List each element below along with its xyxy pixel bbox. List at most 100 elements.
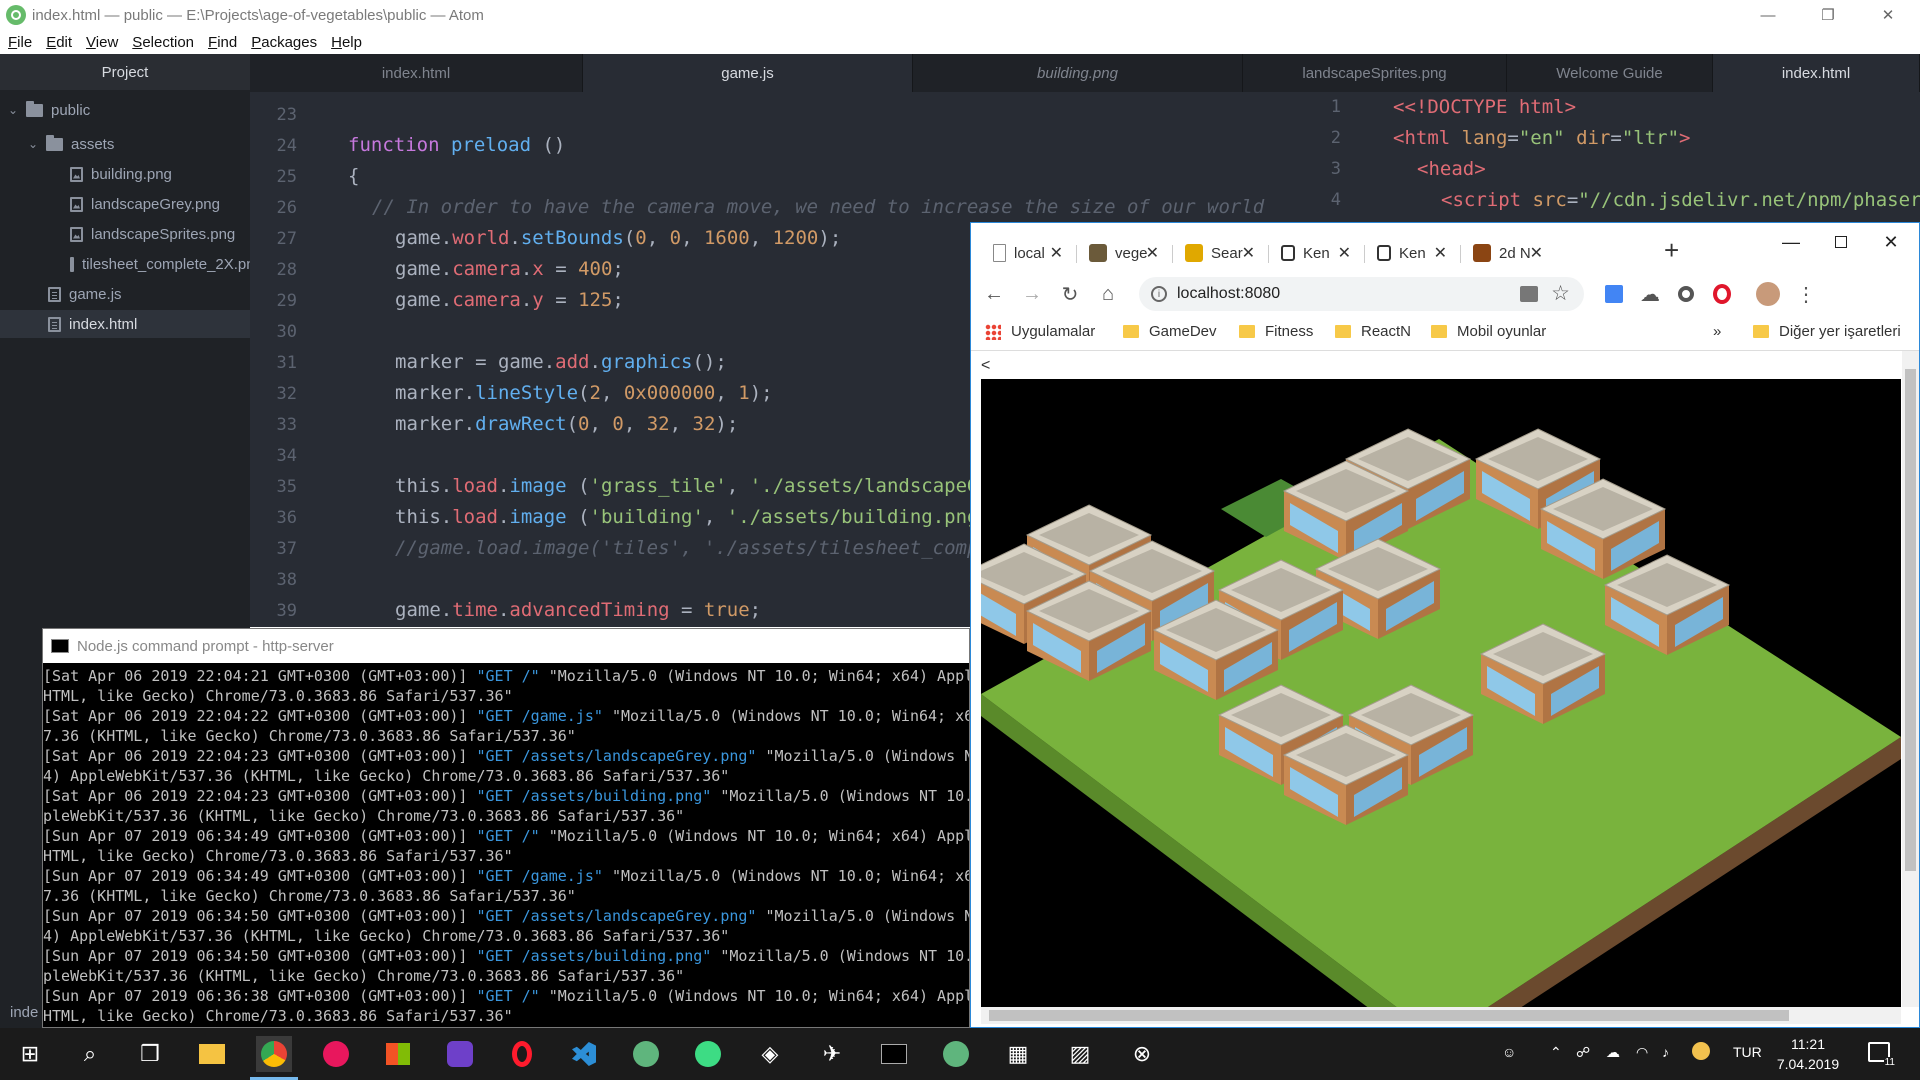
menu-edit[interactable]: Edit [46, 34, 72, 51]
forward-icon[interactable]: → [1017, 279, 1047, 309]
menu-help[interactable]: Help [331, 34, 362, 51]
bookmark-fitness[interactable]: Fitness [1239, 323, 1313, 340]
tab-landscapesprites-png[interactable]: landscapeSprites.png [1243, 54, 1507, 92]
chrome-tab-local[interactable]: local ✕ [981, 233, 1071, 273]
opera-icon[interactable] [504, 1036, 540, 1072]
address-bar[interactable]: i localhost:8080 ☆ [1139, 277, 1584, 311]
menu-file[interactable]: File [8, 34, 32, 51]
chevron-up-icon[interactable]: ⌃ [1550, 1044, 1562, 1061]
close-icon[interactable]: ✕ [1338, 243, 1351, 263]
bookmark-reactn[interactable]: ReactN [1335, 323, 1411, 340]
unity-icon[interactable]: ◈ [752, 1036, 788, 1072]
android-icon[interactable] [690, 1036, 726, 1072]
chrome-minimize-button[interactable]: — [1771, 227, 1811, 257]
tree-folder-public[interactable]: ⌄ public [0, 96, 250, 124]
close-icon[interactable]: ✕ [1146, 243, 1159, 263]
image-file-icon [70, 166, 83, 182]
volume-icon[interactable]: ♪ [1662, 1044, 1669, 1060]
avatar[interactable] [1753, 279, 1783, 309]
horizontal-scrollbar[interactable] [981, 1007, 1901, 1024]
close-icon[interactable]: ✕ [1242, 243, 1255, 263]
vscode-icon[interactable] [566, 1036, 602, 1072]
tree-file-index-html[interactable]: index.html [0, 310, 250, 338]
minimize-button[interactable]: — [1742, 0, 1794, 30]
chrome-tab-2d[interactable]: 2d N ✕ [1461, 233, 1551, 273]
bookmarks-overflow-button[interactable]: » [1713, 323, 1721, 340]
atom-icon[interactable] [938, 1036, 974, 1072]
network-icon[interactable]: ☍ [1576, 1044, 1590, 1061]
tree-file-building-png[interactable]: building.png [0, 160, 250, 188]
chrome-tab-kenney-2[interactable]: Ken ✕ [1365, 233, 1455, 273]
photos-icon[interactable]: ▨ [1062, 1036, 1098, 1072]
cloud-download-icon[interactable]: ☁ [1635, 279, 1665, 309]
menu-view[interactable]: View [86, 34, 118, 51]
clock[interactable]: 11:21 7.04.2019 [1768, 1034, 1848, 1074]
chrome-maximize-button[interactable] [1821, 227, 1861, 257]
terminal-app-icon[interactable]: ✈ [814, 1036, 850, 1072]
menu-packages[interactable]: Packages [251, 34, 317, 51]
xbox-icon[interactable]: ⊗ [1124, 1036, 1160, 1072]
scrollbar-thumb[interactable] [1905, 369, 1916, 871]
bookmark-other[interactable]: Diğer yer işaretleri [1753, 323, 1901, 340]
opera-extension-icon[interactable] [1707, 279, 1737, 309]
star-icon[interactable]: ☆ [1551, 281, 1570, 306]
maximize-button[interactable]: ❐ [1802, 0, 1854, 30]
tab-building-png[interactable]: building.png [913, 54, 1243, 92]
home-icon[interactable]: ⌂ [1093, 279, 1123, 309]
tree-file-landscapegrey-png[interactable]: landscapeGrey.png [0, 190, 250, 218]
tab-index-html-right[interactable]: index.html [1713, 54, 1920, 92]
bookmark-gamedev[interactable]: GameDev [1123, 323, 1217, 340]
bookmark-mobil-oyunlar[interactable]: Mobil oyunlar [1431, 323, 1546, 340]
file-explorer-icon[interactable] [194, 1036, 230, 1072]
game-canvas[interactable] [960, 379, 1901, 1061]
calculator-icon[interactable]: ▦ [1000, 1036, 1036, 1072]
windows-start-icon[interactable]: ⊞ [12, 1036, 48, 1072]
chrome-icon[interactable] [250, 1036, 298, 1080]
tab-welcome-guide[interactable]: Welcome Guide [1507, 54, 1713, 92]
window-title: index.html — public — E:\Projects\age-of… [32, 6, 484, 24]
wifi-icon[interactable]: ◠ [1636, 1044, 1648, 1061]
google-translate-icon[interactable] [1599, 279, 1629, 309]
code-editor-right[interactable]: 1 2 3 4 <<!DOCTYPE html> <html lang="en"… [1305, 92, 1920, 222]
atom-icon[interactable] [628, 1036, 664, 1072]
store-icon[interactable] [380, 1036, 416, 1072]
notification-center-icon[interactable]: 11 [1868, 1042, 1896, 1068]
vertical-scrollbar[interactable] [1902, 351, 1919, 1007]
image-file-icon [70, 226, 83, 242]
extension-circle-icon[interactable] [1671, 279, 1701, 309]
input-language[interactable]: TUR [1733, 1044, 1762, 1060]
cmd-icon[interactable] [876, 1036, 912, 1072]
node-command-prompt-window[interactable]: Node.js command prompt - http-server [Sa… [42, 628, 970, 1028]
close-icon[interactable]: ✕ [1050, 243, 1063, 263]
chrome-tab-kenney-1[interactable]: Ken ✕ [1269, 233, 1359, 273]
tab-index-html[interactable]: index.html [250, 54, 583, 92]
weather-icon[interactable] [1692, 1042, 1710, 1060]
tab-game-js[interactable]: game.js [583, 54, 913, 92]
chrome-tab-vege[interactable]: vege ✕ [1077, 233, 1167, 273]
page-back-link[interactable]: < [981, 357, 990, 375]
task-view-icon[interactable]: ❒ [132, 1036, 168, 1072]
scrollbar-thumb[interactable] [989, 1010, 1789, 1021]
tree-file-game-js[interactable]: game.js [0, 280, 250, 308]
chrome-close-button[interactable]: ✕ [1871, 227, 1911, 257]
close-icon[interactable]: ✕ [1434, 243, 1447, 263]
people-icon[interactable]: ☺ [1502, 1044, 1516, 1060]
tree-file-landscapesprites-png[interactable]: landscapeSprites.png [0, 220, 250, 248]
bookmark-apps[interactable]: Uygulamalar [985, 323, 1095, 340]
menu-selection[interactable]: Selection [132, 34, 194, 51]
app-icon[interactable] [318, 1036, 354, 1072]
chrome-tab-search[interactable]: Sear ✕ [1173, 233, 1263, 273]
more-menu-icon[interactable]: ⋮ [1791, 279, 1821, 309]
new-tab-button[interactable]: + [1664, 235, 1679, 266]
tree-folder-assets[interactable]: ⌄ assets [0, 130, 250, 158]
close-button[interactable]: ✕ [1862, 0, 1914, 30]
tree-file-tilesheet-png[interactable]: tilesheet_complete_2X.png [0, 250, 250, 278]
close-icon[interactable]: ✕ [1530, 243, 1543, 263]
reload-icon[interactable]: ↻ [1055, 279, 1085, 309]
back-icon[interactable]: ← [979, 279, 1009, 309]
onedrive-icon[interactable]: ☁ [1606, 1044, 1620, 1061]
search-icon[interactable]: ⌕ [72, 1036, 108, 1072]
translate-icon[interactable] [1520, 286, 1538, 302]
menu-find[interactable]: Find [208, 34, 237, 51]
github-icon[interactable] [442, 1036, 478, 1072]
